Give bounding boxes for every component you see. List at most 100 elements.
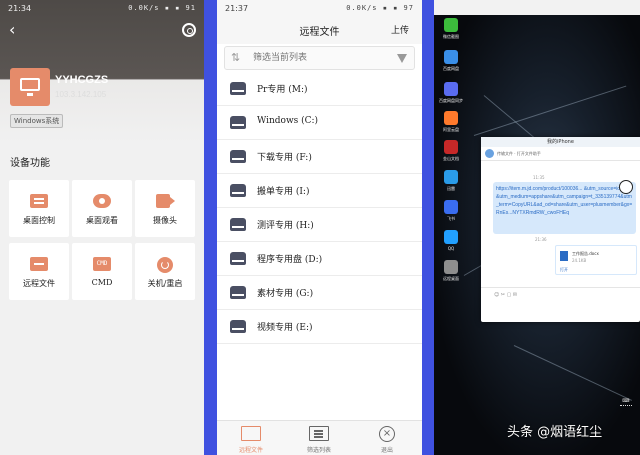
- drive-item[interactable]: 下载专用 (F:): [217, 140, 422, 174]
- desktop-icon[interactable]: 金山文档: [440, 140, 462, 170]
- app-icon: [444, 260, 458, 274]
- tab-filter-list[interactable]: 筛选列表: [285, 421, 353, 455]
- tab-label: 筛选列表: [306, 447, 331, 454]
- remote-desktop-view: 微信截图 百度网盘 百度网盘同步 阿里云盘 金山文档 迅雷 飞书 QQ 远程桌面…: [434, 0, 640, 455]
- status-indicators: 0.0K/s ▪ ▪ 97: [346, 4, 414, 12]
- function-cmd[interactable]: CMD CMD: [72, 243, 132, 300]
- chat-toolbar[interactable]: 传输文件 · 打开文件助手: [481, 147, 640, 161]
- hard-drive-icon: [230, 286, 246, 299]
- status-time: 21:37: [225, 3, 249, 13]
- app-icon: [444, 140, 458, 154]
- open-file-link[interactable]: 打开: [560, 267, 568, 273]
- function-label: 关机/重启: [147, 279, 183, 288]
- app-icon: [444, 82, 458, 96]
- drive-item[interactable]: 素材专用 (G:): [217, 276, 422, 310]
- drive-item[interactable]: 搬单专用 (I:): [217, 174, 422, 208]
- filter-input[interactable]: [253, 50, 393, 66]
- status-bar: 21:37 0.0K/s ▪ ▪ 97: [217, 0, 422, 16]
- desktop-icon[interactable]: 阿里云盘: [440, 111, 462, 141]
- status-bar: 21:34 0.0K/s ▪ ▪ 91: [0, 0, 204, 16]
- function-desktop-control[interactable]: 桌面控制: [9, 180, 69, 237]
- desktop-icon[interactable]: 远程桌面: [440, 260, 462, 290]
- input-tools[interactable]: ☺ ✂ ▢ ✉: [494, 292, 517, 298]
- back-arrow-icon[interactable]: ‹: [9, 22, 23, 38]
- drive-label: 搬单专用 (I:): [257, 187, 310, 197]
- desktop-icon-label: QQ: [447, 246, 455, 251]
- watermark: 头条 @烟语红尘: [507, 425, 603, 440]
- power-icon: [157, 257, 173, 273]
- desktop-icon[interactable]: 迅雷: [440, 170, 462, 200]
- upload-button[interactable]: 上传: [391, 23, 409, 36]
- funnel-icon[interactable]: [397, 54, 407, 63]
- drive-item[interactable]: 测评专用 (H:): [217, 208, 422, 242]
- hard-drive-icon: [230, 116, 246, 129]
- hard-drive-icon: [230, 320, 246, 333]
- cmd-icon: CMD: [93, 257, 111, 271]
- drive-label: Windows (C:): [257, 116, 319, 126]
- folder-icon: [30, 257, 48, 271]
- section-title: 设备功能: [10, 158, 50, 169]
- app-icon: [444, 230, 458, 244]
- function-desktop-view[interactable]: 桌面观看: [72, 180, 132, 237]
- desktop-icon[interactable]: 百度网盘: [440, 50, 462, 80]
- desktop-icon-label: 迅雷: [447, 186, 455, 191]
- app-icon: [444, 170, 458, 184]
- gear-icon[interactable]: [182, 23, 196, 37]
- tab-exit[interactable]: × 退出: [353, 421, 421, 455]
- device-panel: 21:34 0.0K/s ▪ ▪ 91 ‹ YYHCGZS 103.3.142.…: [0, 0, 204, 455]
- bottom-tab-bar: 远程文件 筛选列表 × 退出: [217, 420, 422, 455]
- tab-label: 退出: [380, 447, 393, 454]
- app-icon: [444, 18, 458, 32]
- tab-remote-files[interactable]: 远程文件: [217, 421, 285, 455]
- hard-drive-icon: [230, 252, 246, 265]
- file-name: 工作报告.docx: [572, 251, 599, 256]
- function-label: CMD: [91, 278, 113, 287]
- drive-label: 下载专用 (F:): [257, 153, 312, 163]
- link-message[interactable]: https://item.m.jd.com/product/100036... …: [493, 182, 636, 234]
- device-ip: 103.3.142.105: [55, 90, 107, 99]
- status-indicators: 0.0K/s ▪ ▪ 91: [128, 4, 196, 12]
- chat-input-area[interactable]: ☺ ✂ ▢ ✉: [481, 287, 640, 322]
- sort-icon[interactable]: ⇅: [231, 51, 240, 64]
- desktop-icon[interactable]: QQ: [440, 230, 462, 260]
- message-time: 11:35: [533, 175, 545, 180]
- word-document-icon: [560, 251, 568, 261]
- chat-window[interactable]: 我的iPhone 传输文件 · 打开文件助手 11:35 https://ite…: [481, 137, 640, 322]
- drive-label: Pr专用 (M:): [257, 85, 308, 95]
- desktop-icon-label: 百度网盘: [443, 66, 459, 71]
- drive-label: 程序专用盘 (D:): [257, 255, 323, 265]
- folder-icon: [241, 426, 261, 441]
- desktop-icon[interactable]: 微信截图: [440, 18, 462, 48]
- function-remote-files[interactable]: 远程文件: [9, 243, 69, 300]
- camera-icon: [156, 194, 175, 208]
- app-icon: [444, 200, 458, 214]
- drive-item[interactable]: Pr专用 (M:): [217, 72, 422, 106]
- desktop-icon-label: 微信截图: [443, 34, 459, 39]
- status-time: 21:34: [8, 3, 32, 13]
- desktop-icon[interactable]: 百度网盘同步: [439, 82, 463, 112]
- desktop-icon-label: 金山文档: [443, 156, 459, 161]
- function-camera[interactable]: 摄像头: [135, 180, 195, 237]
- list-icon: [309, 426, 329, 441]
- filter-bar: ⇅: [224, 46, 415, 70]
- hard-drive-icon: [230, 150, 246, 163]
- function-power[interactable]: 关机/重启: [135, 243, 195, 300]
- desktop-top-strip: [434, 0, 640, 15]
- chat-title: 我的iPhone: [481, 137, 640, 147]
- drive-item[interactable]: 视频专用 (E:): [217, 310, 422, 344]
- drive-label: 素材专用 (G:): [257, 289, 314, 299]
- os-badge: Windows系统: [10, 114, 64, 128]
- app-icon: [444, 111, 458, 125]
- file-message[interactable]: 工作报告.docx 24.1KB 打开: [555, 245, 637, 275]
- drive-label: 视频专用 (E:): [257, 323, 313, 333]
- drive-item[interactable]: 程序专用盘 (D:): [217, 242, 422, 276]
- app-icon: [444, 50, 458, 64]
- function-label: 摄像头: [153, 216, 177, 225]
- hard-drive-icon: [230, 82, 246, 95]
- function-label: 远程文件: [23, 279, 55, 288]
- cursor-marker-icon: [619, 180, 633, 194]
- function-label: 桌面控制: [23, 216, 55, 225]
- desktop-icon[interactable]: 飞书: [440, 200, 462, 230]
- keyboard-icon[interactable]: ⌨: [620, 398, 632, 406]
- drive-item[interactable]: Windows (C:): [217, 106, 422, 140]
